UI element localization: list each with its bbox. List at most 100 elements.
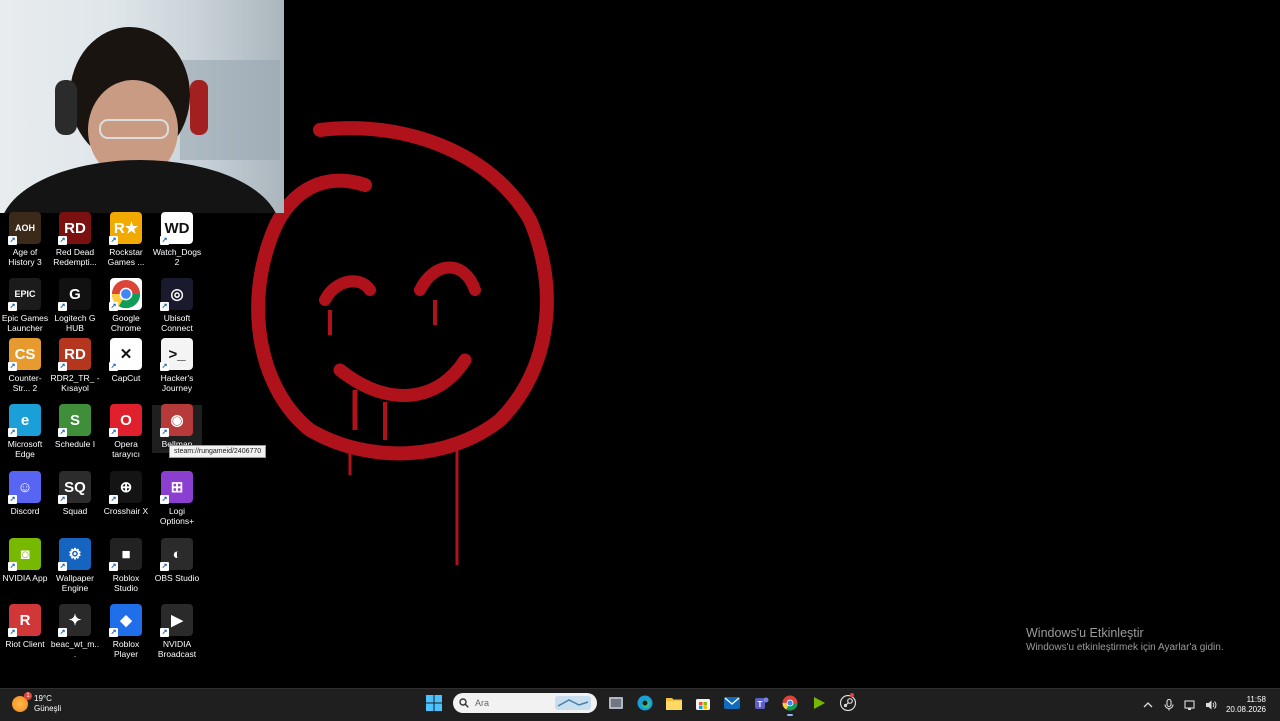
shortcut-arrow-icon: ↗ xyxy=(58,628,67,637)
desktop-icon-roblox-player[interactable]: ◆ ↗ Roblox Player xyxy=(101,604,151,659)
shortcut-arrow-icon: ↗ xyxy=(109,495,118,504)
desktop-icon-label: Discord xyxy=(10,506,40,516)
desktop-icon-rdr2-tr-kisayol[interactable]: RD ↗ RDR2_TR_ - Kısayol xyxy=(50,338,100,393)
shortcut-arrow-icon: ↗ xyxy=(160,428,169,437)
desktop-icon-squad[interactable]: SQ ↗ Squad xyxy=(50,471,100,516)
rdr2-tr-kisayol-icon: RD ↗ xyxy=(58,338,91,371)
chrome-icon[interactable] xyxy=(780,693,800,716)
sun-icon: 1 xyxy=(12,692,32,712)
shortcut-arrow-icon: ↗ xyxy=(8,236,17,245)
shortcut-arrow-icon: ↗ xyxy=(8,302,17,311)
desktop-icon-label: CapCut xyxy=(111,373,141,383)
desktop-icon-red-dead-redemption[interactable]: RD ↗ Red Dead Redempti... xyxy=(50,212,100,267)
svg-text:T: T xyxy=(758,700,763,709)
mail-icon[interactable] xyxy=(722,693,742,713)
chevron-up-icon[interactable] xyxy=(1142,699,1154,711)
shortcut-arrow-icon: ↗ xyxy=(8,362,17,371)
nvidia-broadcast-icon: ▶ ↗ xyxy=(160,604,193,637)
clock-date: 20.08.2026 xyxy=(1225,705,1266,714)
taskbar: 1 19°C Güneşli Ara T 11:58 20.08.2026 xyxy=(0,688,1280,721)
nvidia-icon[interactable] xyxy=(809,693,829,713)
volume-icon[interactable] xyxy=(1205,699,1217,711)
ubisoft-connect-icon: ◎ ↗ xyxy=(160,278,193,311)
clock[interactable]: 11:58 20.08.2026 xyxy=(1226,695,1266,715)
desktop-icon-label: Squad xyxy=(62,506,88,516)
store-icon[interactable] xyxy=(693,693,713,713)
desktop-icon-rockstar-games[interactable]: R★ ↗ Rockstar Games ... xyxy=(101,212,151,267)
desktop-icon-nvidia-app[interactable]: ◙ ↗ NVIDIA App xyxy=(0,538,50,583)
roblox-studio-icon: ■ ↗ xyxy=(109,538,142,571)
desktop-icon-microsoft-edge[interactable]: e ↗ Microsoft Edge xyxy=(0,404,50,459)
desktop-icon-label: Crosshair X xyxy=(103,506,149,516)
desktop-icon-obs-studio[interactable]: ◐ ↗ OBS Studio xyxy=(152,538,202,583)
active-indicator xyxy=(850,693,854,697)
windows-activation-watermark: Windows'u Etkinleştir Windows'u etkinleş… xyxy=(1026,626,1224,653)
shortcut-arrow-icon: ↗ xyxy=(160,628,169,637)
desktop-icon-ubisoft-connect[interactable]: ◎ ↗ Ubisoft Connect xyxy=(152,278,202,333)
wallpaper-engine-icon: ⚙ ↗ xyxy=(58,538,91,571)
shortcut-arrow-icon: ↗ xyxy=(160,236,169,245)
weather-temp: 19°C xyxy=(34,694,52,703)
taskbar-search-input[interactable]: Ara xyxy=(453,693,597,713)
desktop-icon-label: NVIDIA App xyxy=(2,573,48,583)
steam-icon[interactable] xyxy=(838,693,858,713)
desktop-icon-wallpaper-engine[interactable]: ⚙ ↗ Wallpaper Engine xyxy=(50,538,100,593)
teams-icon[interactable]: T xyxy=(751,693,771,713)
desktop-icon-watch-dogs-2[interactable]: WD ↗ Watch_Dogs 2 xyxy=(152,212,202,267)
desktop-icon-roblox-studio[interactable]: ■ ↗ Roblox Studio xyxy=(101,538,151,593)
task-view-icon[interactable] xyxy=(606,693,626,713)
desktop-icon-logitech-g-hub[interactable]: G ↗ Logitech G HUB xyxy=(50,278,100,333)
watch-dogs-2-icon: WD ↗ xyxy=(160,212,193,245)
desktop-icon-capcut[interactable]: ✕ ↗ CapCut xyxy=(101,338,151,383)
crosshair-x-icon: ⊕ ↗ xyxy=(109,471,142,504)
red-dead-redemption-icon: RD ↗ xyxy=(58,212,91,245)
desktop-icon-label: Logitech G HUB xyxy=(54,313,96,333)
network-icon[interactable] xyxy=(1184,699,1196,711)
bellman-icon: ◉ ↗ xyxy=(160,404,193,437)
shortcut-arrow-icon: ↗ xyxy=(109,562,118,571)
nvidia-app-icon: ◙ ↗ xyxy=(8,538,41,571)
schedule-i-icon: S ↗ xyxy=(58,404,91,437)
desktop-icon-opera-tarayici[interactable]: O ↗ Opera tarayıcı xyxy=(101,404,151,459)
microsoft-edge-icon: e ↗ xyxy=(8,404,41,437)
desktop-icon-schedule-i[interactable]: S ↗ Schedule I xyxy=(50,404,100,449)
desktop-icon-riot-client[interactable]: R ↗ Riot Client xyxy=(0,604,50,649)
weather-widget[interactable]: 1 19°C Güneşli xyxy=(12,692,61,714)
logitech-g-hub-icon: G ↗ xyxy=(58,278,91,311)
shortcut-arrow-icon: ↗ xyxy=(109,302,118,311)
desktop-icon-label: Microsoft Edge xyxy=(7,439,43,459)
search-placeholder: Ara xyxy=(475,698,490,708)
shortcut-arrow-icon: ↗ xyxy=(58,562,67,571)
desktop-icon-hackers-journey[interactable]: >_ ↗ Hacker's Journey xyxy=(152,338,202,393)
microphone-icon[interactable] xyxy=(1163,699,1175,711)
google-chrome-icon: ↗ xyxy=(109,278,142,311)
shortcut-arrow-icon: ↗ xyxy=(109,236,118,245)
desktop-icon-discord[interactable]: ☺ ↗ Discord xyxy=(0,471,50,516)
desktop-icon-label: Counter-Str... 2 xyxy=(8,373,42,393)
desktop-icon-bellman[interactable]: ◉ ↗ Bellman xyxy=(152,404,202,449)
shortcut-arrow-icon: ↗ xyxy=(160,302,169,311)
desktop-icon-label: Google Chrome xyxy=(110,313,142,333)
desktop-icon-label: Wallpaper Engine xyxy=(56,573,94,593)
desktop-icon-age-of-history-3[interactable]: AOH ↗ Age of History 3 xyxy=(0,212,50,267)
desktop-icon-label: OBS Studio xyxy=(154,573,200,583)
rockstar-games-icon: R★ ↗ xyxy=(109,212,142,245)
desktop-icon-counter-strike-2[interactable]: CS ↗ Counter-Str... 2 xyxy=(0,338,50,393)
desktop-icon-label: Rockstar Games ... xyxy=(107,247,145,267)
desktop-icon-logi-options[interactable]: ⊞ ↗ Logi Options+ xyxy=(152,471,202,526)
shortcut-arrow-icon: ↗ xyxy=(160,362,169,371)
desktop-icon-nvidia-broadcast[interactable]: ▶ ↗ NVIDIA Broadcast xyxy=(152,604,202,659)
desktop-icon-label: Opera tarayıcı xyxy=(112,439,140,459)
desktop-icon-label: Logi Options+ xyxy=(159,506,195,526)
desktop-icon-beac-wt-m[interactable]: ✦ ↗ beac_wt_m... xyxy=(50,604,100,659)
desktop-icon-google-chrome[interactable]: ↗ Google Chrome xyxy=(101,278,151,333)
desktop-icon-label: beac_wt_m... xyxy=(50,639,100,659)
desktop: AOH ↗ Age of History 3 RD ↗ Red Dead Redempti… xyxy=(0,0,1280,688)
desktop-icon-epic-games-launcher[interactable]: EPIC ↗ Epic Games Launcher xyxy=(0,278,50,333)
wallpaper-red-smiley xyxy=(251,121,554,565)
edge-icon[interactable] xyxy=(635,693,655,713)
file-explorer-icon[interactable] xyxy=(664,693,684,713)
desktop-icon-crosshair-x[interactable]: ⊕ ↗ Crosshair X xyxy=(101,471,151,516)
start-icon[interactable] xyxy=(424,693,444,713)
desktop-icon-label: Red Dead Redempti... xyxy=(53,247,97,267)
